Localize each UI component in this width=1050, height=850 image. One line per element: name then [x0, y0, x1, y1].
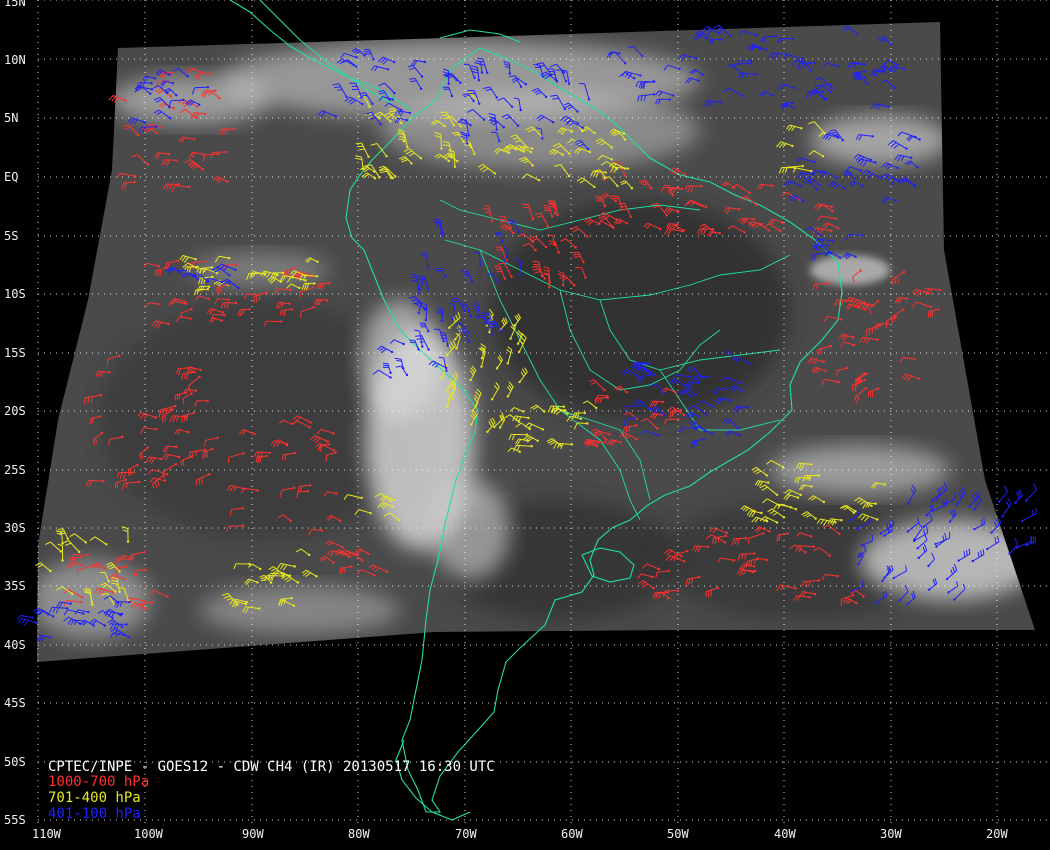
wind-barb: [1001, 497, 1012, 518]
lon-label-50w: 50W: [667, 827, 689, 841]
lat-label-55s: 55S: [4, 813, 26, 827]
lat-label-15n: 15N: [4, 0, 26, 9]
legend-low-level: 1000-700 hPa: [48, 774, 149, 790]
lon-label-80w: 80W: [348, 827, 370, 841]
lon-label-20w: 20W: [986, 827, 1008, 841]
lon-label-90w: 90W: [242, 827, 264, 841]
longitude-labels: 110W 100W 90W 80W 70W 60W 50W 40W 30W 20…: [32, 827, 1008, 841]
lat-label-30s: 30S: [4, 521, 26, 535]
lat-label-45s: 45S: [4, 696, 26, 710]
lat-label-15s: 15S: [4, 346, 26, 360]
latitude-labels: 15N 10N 5N EQ 5S 10S 15S 20S 25S 30S 35S…: [4, 0, 26, 827]
lat-label-10n: 10N: [4, 53, 26, 67]
lat-label-5s: 5S: [4, 229, 18, 243]
wind-barb: [1015, 535, 1032, 549]
wind-barb: [1025, 483, 1038, 502]
wind-barb: [17, 617, 38, 626]
lon-label-110w: 110W: [32, 827, 62, 841]
lon-label-30w: 30W: [880, 827, 902, 841]
lat-label-25s: 25S: [4, 463, 26, 477]
lat-label-35s: 35S: [4, 579, 26, 593]
lon-label-100w: 100W: [134, 827, 164, 841]
lat-label-40s: 40S: [4, 638, 26, 652]
map-title: CPTEC/INPE - GOES12 - CDW CH4 (IR) 20130…: [48, 759, 495, 775]
wind-barb: [1008, 538, 1019, 555]
wind-barb: [1021, 508, 1037, 522]
satellite-wind-map: 15N 10N 5N EQ 5S 10S 15S 20S 25S 30S 35S…: [0, 0, 1050, 850]
patagonia-islands: [395, 739, 471, 821]
wind-barb: [1014, 489, 1023, 504]
lat-label-20s: 20S: [4, 404, 26, 418]
map-canvas: 15N 10N 5N EQ 5S 10S 15S 20S 25S 30S 35S…: [4, 0, 1050, 841]
lon-label-60w: 60W: [561, 827, 583, 841]
lat-label-10s: 10S: [4, 287, 26, 301]
legend-mid-level: 701-400 hPa: [48, 790, 141, 806]
wind-barb: [998, 485, 1009, 503]
lat-label-5n: 5N: [4, 111, 18, 125]
lat-label-eq: EQ: [4, 170, 18, 184]
lat-label-50s: 50S: [4, 755, 26, 769]
lon-label-40w: 40W: [774, 827, 796, 841]
legend-high-level: 401-100 hPa: [48, 806, 141, 822]
lon-label-70w: 70W: [455, 827, 477, 841]
